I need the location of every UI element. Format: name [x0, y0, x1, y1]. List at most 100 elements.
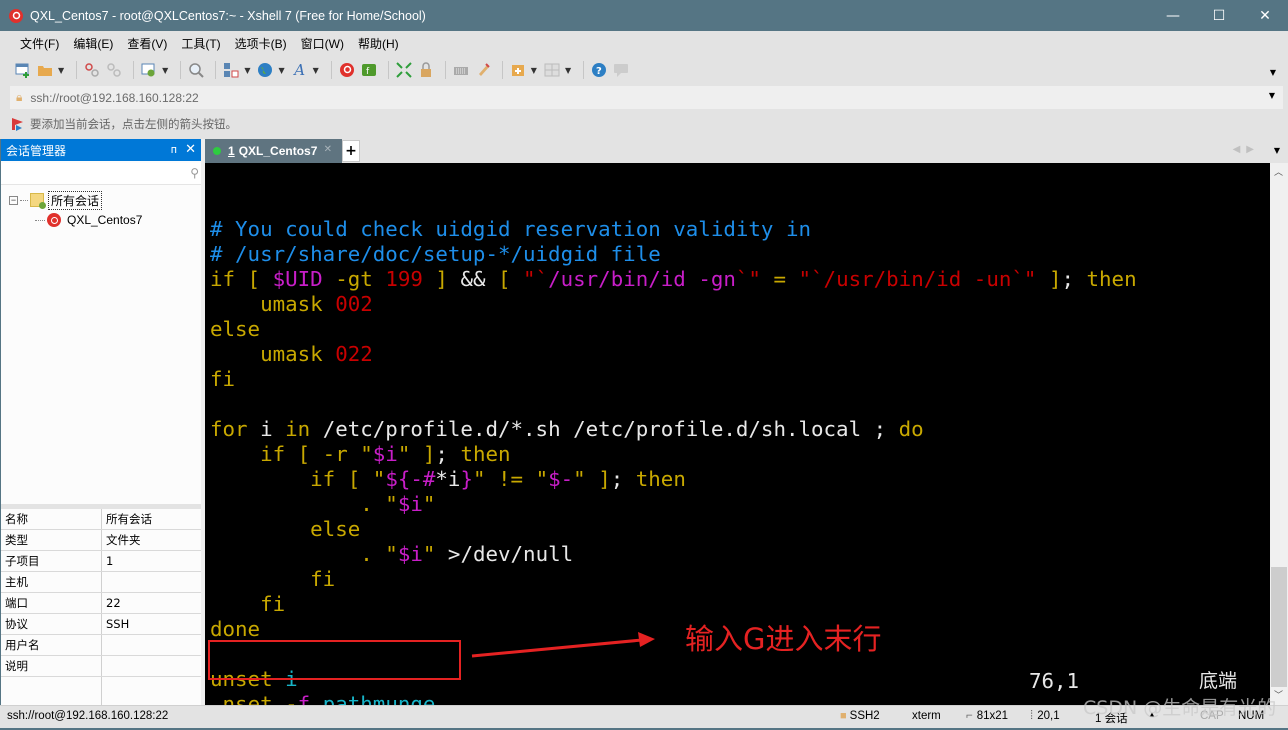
xftp-icon[interactable]: f [360, 61, 378, 79]
tab-list-dropdown-icon[interactable]: ▼ [1274, 146, 1280, 155]
terminal-output[interactable]: # You could check uidgid reservation val… [205, 163, 1270, 705]
terminal-text: ] [422, 267, 461, 291]
terminal-text: in [285, 417, 311, 441]
status-size: ⌐ 81x21 [966, 710, 1008, 722]
open-folder-icon[interactable] [36, 61, 54, 79]
properties-dropdown-icon[interactable]: ▼ [162, 66, 168, 75]
tree-folder-label[interactable]: 所有会话 [48, 190, 103, 210]
layout-icon[interactable] [543, 61, 561, 79]
collapse-icon[interactable]: − [9, 195, 18, 205]
add-session-arrow-icon[interactable] [10, 117, 24, 131]
reconnect-icon[interactable] [83, 61, 101, 79]
terminal-text: $i [372, 442, 398, 466]
tree-session-item[interactable]: QXL_Centos7 [1, 210, 203, 230]
tab-close-icon[interactable]: ✕ [324, 144, 332, 155]
status-bar: ssh://root@192.168.160.128:22 ■ SSH2 xter… [0, 705, 1288, 730]
search-icon[interactable]: ⚲ [190, 166, 199, 180]
font-icon[interactable]: A [291, 61, 309, 79]
status-sessions[interactable]: 1 会话 [1095, 710, 1128, 726]
find-icon[interactable] [187, 61, 205, 79]
terminal-text: /usr/bin/id -gn [548, 267, 736, 291]
toolbar-separator [444, 61, 446, 79]
menu-tools[interactable]: 工具(T) [181, 35, 220, 52]
menu-file[interactable]: 文件(F) [20, 35, 59, 52]
cursor-icon: ⁞ [1030, 710, 1034, 722]
keyboard-icon[interactable] [452, 61, 470, 79]
help-icon[interactable]: ? [590, 61, 608, 79]
terminal-line: umask 002 [210, 292, 1270, 317]
terminal-text: " [372, 467, 386, 491]
terminal-text: " [360, 442, 373, 466]
tree-session-label[interactable]: QXL_Centos7 [67, 213, 142, 227]
layout-dropdown-icon[interactable]: ▼ [565, 66, 571, 75]
property-value [102, 656, 106, 676]
session-search-input[interactable]: ⚲ [1, 163, 203, 185]
terminal-text: $i [397, 492, 423, 516]
menu-window[interactable]: 窗口(W) [301, 35, 344, 52]
fullscreen-icon[interactable] [395, 61, 413, 79]
transfer-icon[interactable] [222, 61, 240, 79]
address-dropdown-icon[interactable]: ▼ [1269, 91, 1275, 100]
terminal-text: fi [210, 592, 286, 616]
property-value: SSH [106, 617, 130, 631]
highlight-icon[interactable] [474, 61, 492, 79]
toolbar-overflow-icon[interactable]: ▼ [1270, 68, 1276, 77]
terminal-text: /etc/profile.d/*.sh /etc/profile.d/sh.lo… [310, 417, 899, 441]
status-size-label: 81x21 [976, 710, 1009, 722]
terminal-line: . "$i" [210, 492, 1270, 517]
terminal-text: "`/usr/bin/id -un`" [798, 267, 1037, 291]
open-dropdown-icon[interactable]: ▼ [58, 66, 64, 75]
pin-icon[interactable]: ᴨ [171, 143, 177, 156]
new-tab-icon[interactable] [509, 61, 527, 79]
terminal-line: unset -f pathmunge [210, 692, 1270, 705]
scrollbar-thumb[interactable] [1271, 567, 1287, 687]
menu-edit[interactable]: 编辑(E) [73, 35, 113, 52]
font-dropdown-icon[interactable]: ▼ [313, 66, 319, 75]
disconnect-icon[interactable] [105, 61, 123, 79]
tab-qxl-centos7[interactable]: 1 QXL_Centos7 ✕ [205, 139, 342, 163]
terminal-scrollbar[interactable]: ︿ ﹀ [1270, 163, 1288, 705]
terminal-text: if [ -r [210, 442, 361, 466]
xshell-icon[interactable] [338, 61, 356, 79]
globe-dropdown-icon[interactable]: ▼ [278, 66, 284, 75]
vim-scroll-position: 底端 [1199, 670, 1238, 692]
menu-tabs[interactable]: 选项卡(B) [235, 35, 287, 52]
maximize-button[interactable]: ☐ [1196, 0, 1242, 31]
terminal-text: ] [1036, 267, 1062, 291]
toolbar-separator [330, 61, 332, 79]
toolbar: ▼ ▼ ▼ ▼ A ▼ f ▼ ▼ ? ▼ [4, 56, 1284, 84]
terminal-text: 199 [385, 267, 423, 291]
terminal-line: fi [210, 567, 1270, 592]
tab-scroll-arrows-icon[interactable]: ◀▶ [1233, 144, 1260, 155]
terminal-text: = [760, 267, 799, 291]
terminal-text: umask [210, 342, 336, 366]
property-row: 子项目 1 [1, 551, 202, 572]
resize-icon: ⌐ [966, 710, 973, 722]
address-bar[interactable]: 🔒︎ ssh://root@192.168.160.128:22 ▼ [10, 86, 1283, 109]
globe-icon[interactable] [256, 61, 274, 79]
chat-icon[interactable] [612, 61, 630, 79]
menu-help[interactable]: 帮助(H) [358, 35, 399, 52]
scroll-up-icon[interactable]: ︿ [1274, 165, 1283, 178]
tree-folder-all-sessions[interactable]: − 所有会话 [1, 190, 203, 210]
terminal-text: `" [735, 267, 761, 291]
close-button[interactable]: ✕ [1242, 0, 1288, 31]
terminal-text: "` [523, 267, 549, 291]
sessions-up-icon[interactable]: ▲ [1148, 710, 1156, 719]
minimize-button[interactable]: — [1150, 0, 1196, 31]
new-tab-dropdown-icon[interactable]: ▼ [531, 66, 537, 75]
address-value[interactable]: ssh://root@192.168.160.128:22 [30, 91, 198, 105]
panel-close-icon[interactable]: ✕ [185, 142, 196, 157]
terminal-line: if [ $UID -gt 199 ] && [ "`/usr/bin/id -… [210, 267, 1270, 292]
transfer-dropdown-icon[interactable]: ▼ [244, 66, 250, 75]
toolbar-separator [133, 61, 135, 79]
property-value: 1 [106, 554, 114, 568]
scroll-down-icon[interactable]: ﹀ [1274, 688, 1283, 701]
lock-icon[interactable] [417, 61, 435, 79]
properties-icon[interactable] [140, 61, 158, 79]
new-session-icon[interactable] [14, 61, 32, 79]
session-icon [47, 213, 61, 227]
property-value [102, 635, 106, 655]
new-tab-button[interactable]: + [342, 140, 360, 162]
menu-view[interactable]: 查看(V) [127, 35, 167, 52]
